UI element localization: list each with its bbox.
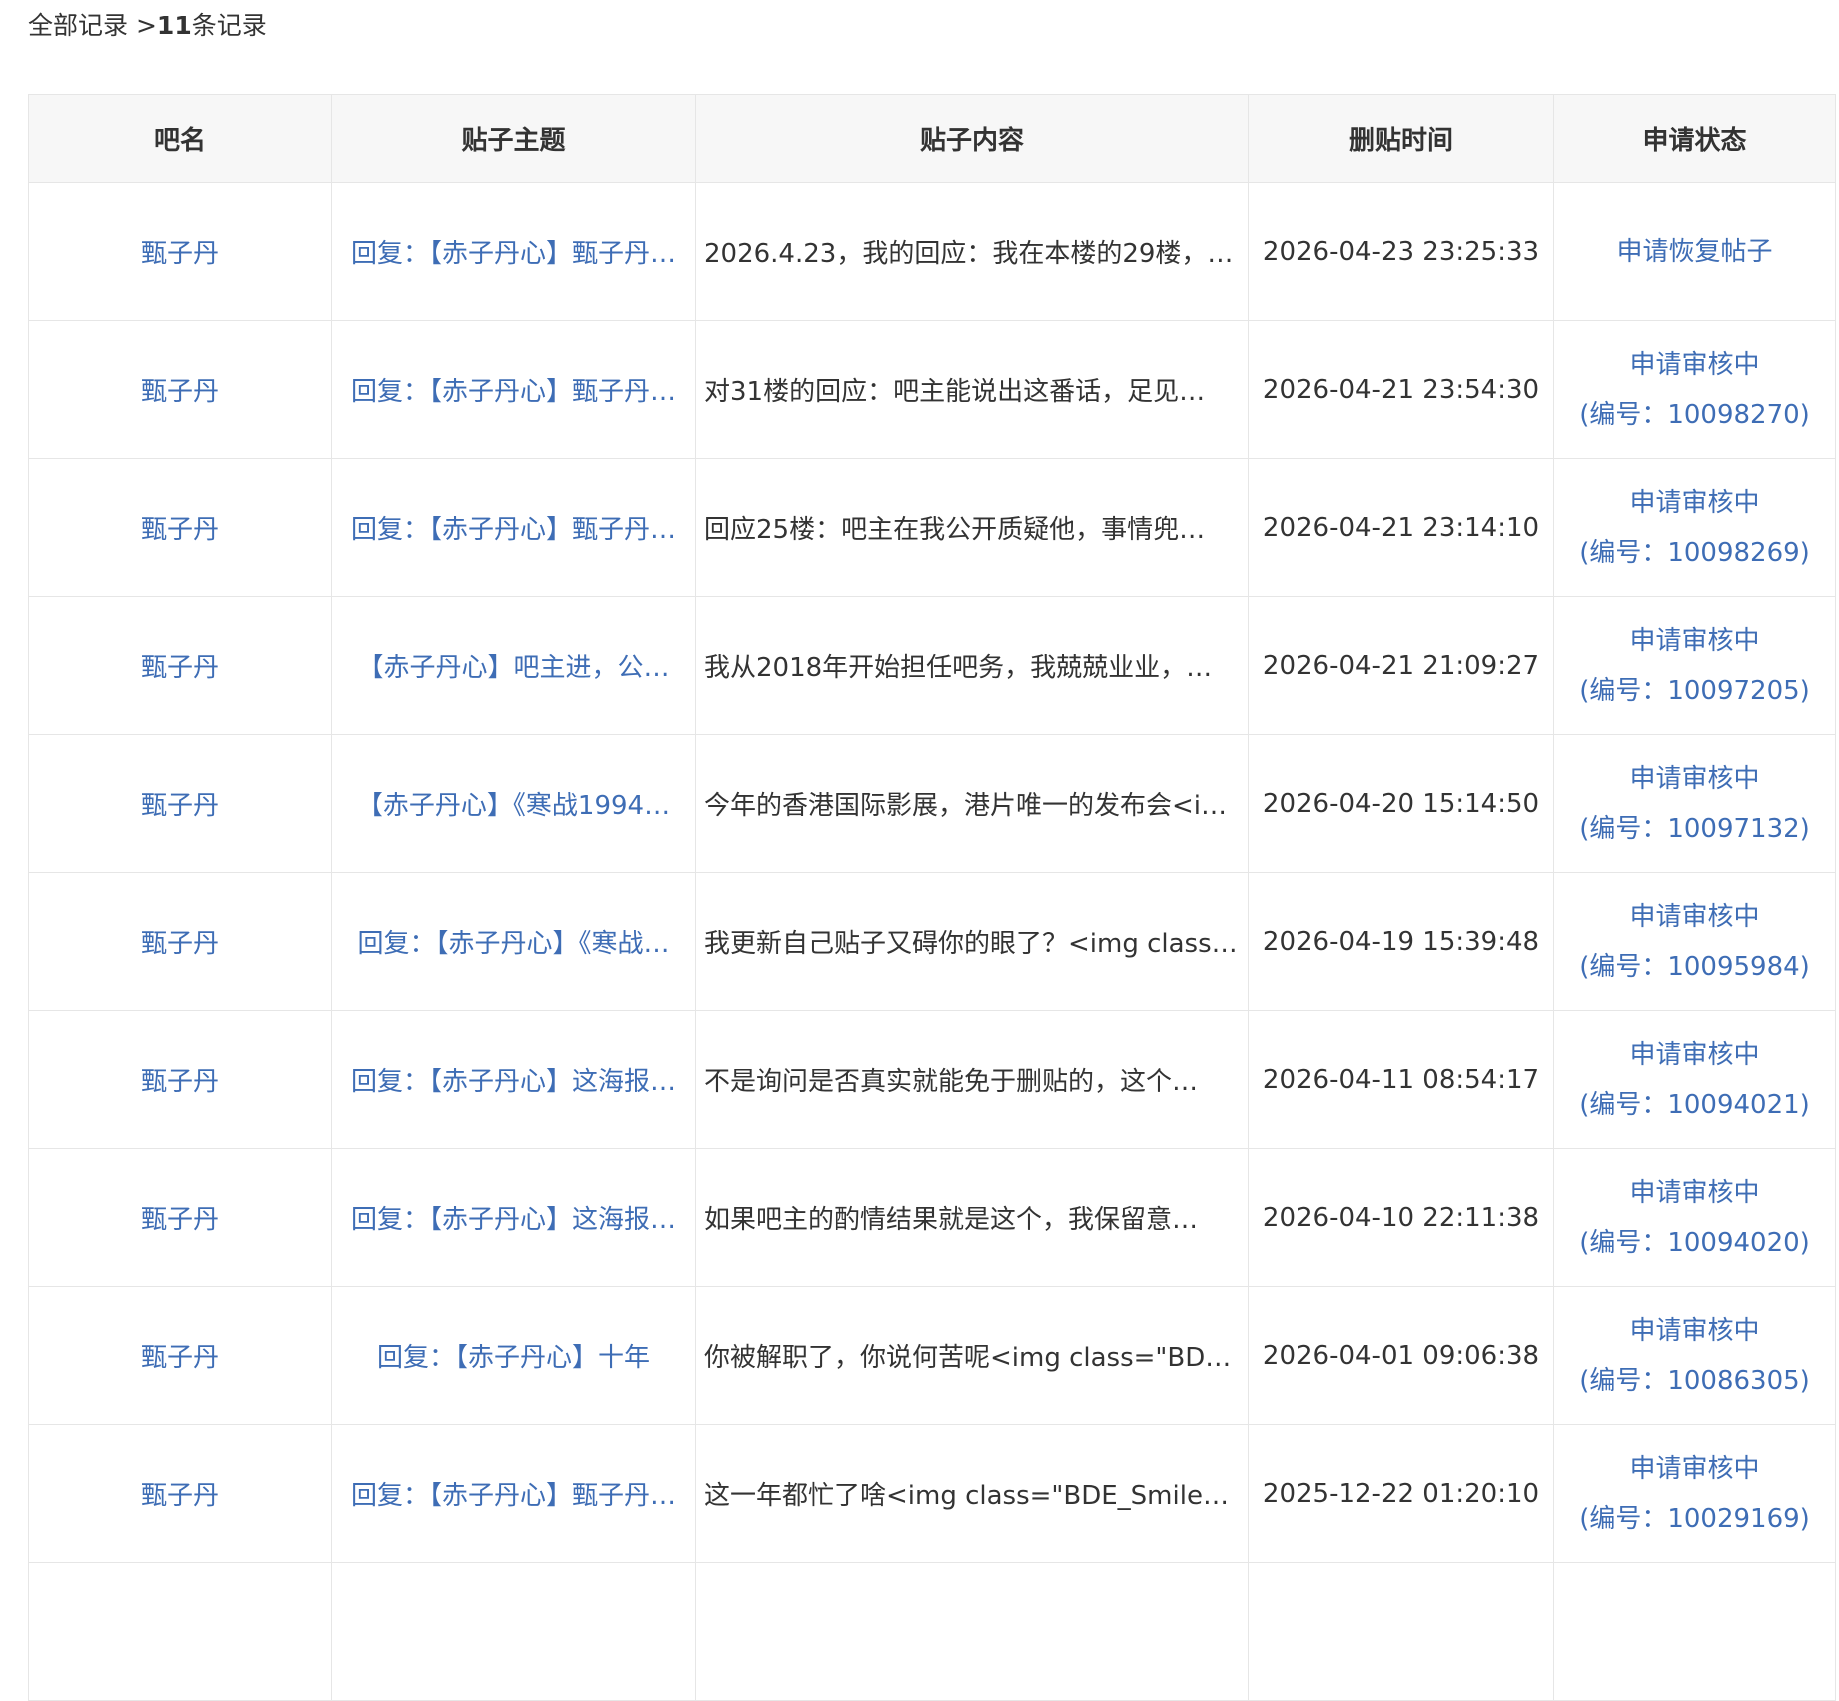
status-text: 申请审核中 xyxy=(1629,1315,1760,1346)
post-content: 2026.4.23，我的回应：我在本楼的29楼，… xyxy=(695,182,1249,321)
post-content: 对31楼的回应：吧主能说出这番话，足见… xyxy=(695,320,1249,459)
post-title-link[interactable]: 【赤子丹心】吧主进，公… xyxy=(331,596,696,735)
bar-name-link[interactable]: 甄子丹 xyxy=(28,734,332,873)
post-content: 今年的香港国际影展，港片唯一的发布会<i… xyxy=(695,734,1249,873)
delete-time: 2026-04-21 23:14:10 xyxy=(1248,458,1554,597)
bar-name-link[interactable]: 甄子丹 xyxy=(28,1286,332,1425)
bar-name-link[interactable]: 甄子丹 xyxy=(28,320,332,459)
appeal-status: 申请审核中 (编号：10095984) xyxy=(1553,872,1836,1011)
bar-name-link[interactable]: 甄子丹 xyxy=(28,1424,332,1563)
table-cell xyxy=(1248,1562,1554,1701)
post-title-link[interactable]: 回复：【赤子丹心】甄子丹… xyxy=(331,182,696,321)
delete-time: 2026-04-21 21:09:27 xyxy=(1248,596,1554,735)
delete-time: 2026-04-01 09:06:38 xyxy=(1248,1286,1554,1425)
bar-name-link[interactable]: 甄子丹 xyxy=(28,1010,332,1149)
table-row: 甄子丹 回复：【赤子丹心】这海报… 不是询问是否真实就能免于删贴的，这个… 20… xyxy=(28,1010,1836,1149)
restore-post-link[interactable]: 申请恢复帖子 xyxy=(1562,227,1827,277)
delete-time: 2026-04-23 23:25:33 xyxy=(1248,182,1554,321)
post-title-link[interactable]: 回复：【赤子丹心】甄子丹… xyxy=(331,1424,696,1563)
breadcrumb-all-records[interactable]: 全部记录 xyxy=(28,11,128,40)
breadcrumb: 全部记录 >11条记录 xyxy=(28,8,267,44)
post-title-link[interactable]: 回复：【赤子丹心】《寒战… xyxy=(331,872,696,1011)
delete-time: 2026-04-11 08:54:17 xyxy=(1248,1010,1554,1149)
header-bar-name: 吧名 xyxy=(28,94,332,183)
header-post-content: 贴子内容 xyxy=(695,94,1249,183)
table-cell xyxy=(1553,1562,1836,1701)
appeal-status: 申请审核中 (编号：10094021) xyxy=(1553,1010,1836,1149)
appeal-number: (编号：10098269) xyxy=(1579,537,1810,568)
appeal-status: 申请审核中 (编号：10098269) xyxy=(1553,458,1836,597)
appeal-status: 申请审核中 (编号：10029169) xyxy=(1553,1424,1836,1563)
table-header: 吧名 贴子主题 贴子内容 删贴时间 申请状态 xyxy=(28,94,1836,183)
appeal-status: 申请审核中 (编号：10094020) xyxy=(1553,1148,1836,1287)
appeal-status: 申请审核中 (编号：10086305) xyxy=(1553,1286,1836,1425)
status-text: 申请审核中 xyxy=(1629,625,1760,656)
post-content: 我更新自己贴子又碍你的眼了？<img class… xyxy=(695,872,1249,1011)
appeal-status: 申请恢复帖子 xyxy=(1553,182,1836,321)
table-row: 甄子丹 回复：【赤子丹心】甄子丹… 这一年都忙了啥<img class="BDE… xyxy=(28,1424,1836,1563)
delete-time: 2026-04-20 15:14:50 xyxy=(1248,734,1554,873)
table-row: 甄子丹 回复：【赤子丹心】这海报… 如果吧主的酌情结果就是这个，我保留意… 20… xyxy=(28,1148,1836,1287)
status-text: 申请审核中 xyxy=(1629,349,1760,380)
table-row xyxy=(28,1562,1836,1701)
appeal-number: (编号：10094021) xyxy=(1579,1089,1810,1120)
post-title-link[interactable]: 回复：【赤子丹心】这海报… xyxy=(331,1148,696,1287)
post-content: 这一年都忙了啥<img class="BDE_Smiley"… xyxy=(695,1424,1249,1563)
post-title-link[interactable]: 【赤子丹心】《寒战1994… xyxy=(331,734,696,873)
bar-name-link[interactable]: 甄子丹 xyxy=(28,872,332,1011)
delete-time: 2025-12-22 01:20:10 xyxy=(1248,1424,1554,1563)
appeal-number: (编号：10029169) xyxy=(1579,1503,1810,1534)
header-post-title: 贴子主题 xyxy=(331,94,696,183)
delete-time: 2026-04-10 22:11:38 xyxy=(1248,1148,1554,1287)
records-table: 吧名 贴子主题 贴子内容 删贴时间 申请状态 甄子丹 回复：【赤子丹心】甄子丹…… xyxy=(28,94,1836,1701)
table-cell xyxy=(28,1562,332,1701)
table-row: 甄子丹 回复：【赤子丹心】甄子丹… 回应25楼：吧主在我公开质疑他，事情兜… 2… xyxy=(28,458,1836,597)
breadcrumb-record-suffix: 条记录 xyxy=(191,11,267,40)
bar-name-link[interactable]: 甄子丹 xyxy=(28,1148,332,1287)
post-content: 我从2018年开始担任吧务，我兢兢业业，… xyxy=(695,596,1249,735)
table-row: 甄子丹 回复：【赤子丹心】甄子丹… 对31楼的回应：吧主能说出这番话，足见… 2… xyxy=(28,320,1836,459)
appeal-status: 申请审核中 (编号：10097205) xyxy=(1553,596,1836,735)
post-title-link[interactable]: 回复：【赤子丹心】甄子丹… xyxy=(331,458,696,597)
status-text: 申请审核中 xyxy=(1629,1177,1760,1208)
bar-name-link[interactable]: 甄子丹 xyxy=(28,596,332,735)
status-text: 申请审核中 xyxy=(1629,901,1760,932)
table-row: 甄子丹 回复：【赤子丹心】十年 你被解职了，你说何苦呢<img class="B… xyxy=(28,1286,1836,1425)
post-title-link[interactable]: 回复：【赤子丹心】这海报… xyxy=(331,1010,696,1149)
header-appeal-status: 申请状态 xyxy=(1553,94,1836,183)
table-row: 甄子丹 【赤子丹心】《寒战1994… 今年的香港国际影展，港片唯一的发布会<i…… xyxy=(28,734,1836,873)
status-text: 申请审核中 xyxy=(1629,763,1760,794)
bar-name-link[interactable]: 甄子丹 xyxy=(28,458,332,597)
appeal-number: (编号：10094020) xyxy=(1579,1227,1810,1258)
table-cell xyxy=(331,1562,696,1701)
appeal-number: (编号：10086305) xyxy=(1579,1365,1810,1396)
table-row: 甄子丹 回复：【赤子丹心】《寒战… 我更新自己贴子又碍你的眼了？<img cla… xyxy=(28,872,1836,1011)
delete-time: 2026-04-19 15:39:48 xyxy=(1248,872,1554,1011)
table-cell xyxy=(695,1562,1249,1701)
appeal-status: 申请审核中 (编号：10098270) xyxy=(1553,320,1836,459)
table-body: 甄子丹 回复：【赤子丹心】甄子丹… 2026.4.23，我的回应：我在本楼的29… xyxy=(28,182,1836,1701)
breadcrumb-record-count: 11 xyxy=(156,11,192,40)
status-text: 申请审核中 xyxy=(1629,1039,1760,1070)
table-row: 甄子丹 【赤子丹心】吧主进，公… 我从2018年开始担任吧务，我兢兢业业，… 2… xyxy=(28,596,1836,735)
post-title-link[interactable]: 回复：【赤子丹心】甄子丹… xyxy=(331,320,696,459)
post-title-link[interactable]: 回复：【赤子丹心】十年 xyxy=(331,1286,696,1425)
appeal-number: (编号：10095984) xyxy=(1579,951,1810,982)
header-delete-time: 删贴时间 xyxy=(1248,94,1554,183)
bar-name-link[interactable]: 甄子丹 xyxy=(28,182,332,321)
status-text: 申请审核中 xyxy=(1629,487,1760,518)
post-content: 不是询问是否真实就能免于删贴的，这个… xyxy=(695,1010,1249,1149)
appeal-status: 申请审核中 (编号：10097132) xyxy=(1553,734,1836,873)
table-header-row: 吧名 贴子主题 贴子内容 删贴时间 申请状态 xyxy=(28,94,1836,183)
appeal-number: (编号：10097205) xyxy=(1579,675,1810,706)
delete-time: 2026-04-21 23:54:30 xyxy=(1248,320,1554,459)
post-content: 回应25楼：吧主在我公开质疑他，事情兜… xyxy=(695,458,1249,597)
breadcrumb-separator: > xyxy=(128,11,157,40)
post-content: 如果吧主的酌情结果就是这个，我保留意… xyxy=(695,1148,1249,1287)
status-text: 申请审核中 xyxy=(1629,1453,1760,1484)
post-content: 你被解职了，你说何苦呢<img class="BDE… xyxy=(695,1286,1249,1425)
appeal-number: (编号：10098270) xyxy=(1579,399,1810,430)
table-row: 甄子丹 回复：【赤子丹心】甄子丹… 2026.4.23，我的回应：我在本楼的29… xyxy=(28,182,1836,321)
appeal-number: (编号：10097132) xyxy=(1579,813,1810,844)
